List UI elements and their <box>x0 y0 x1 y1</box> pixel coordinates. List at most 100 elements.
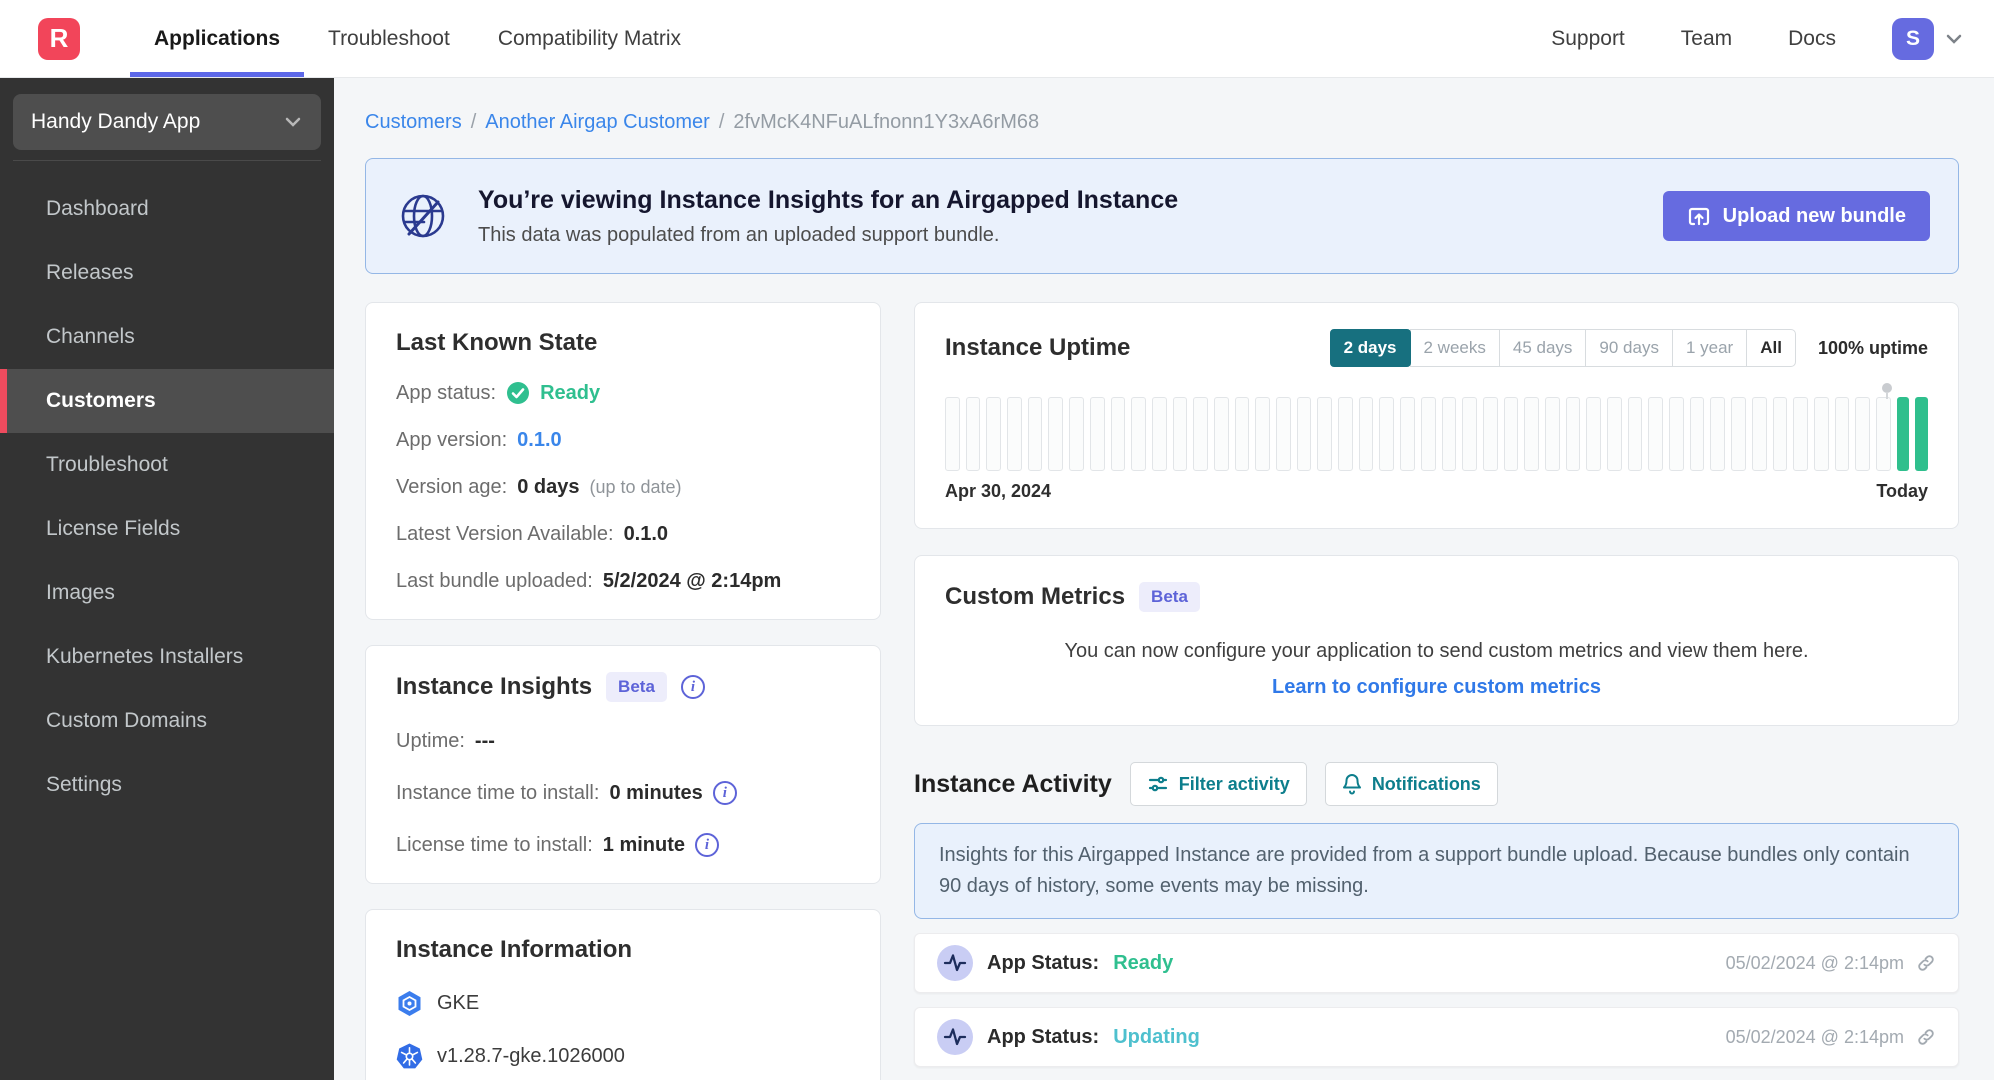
airgap-activity-notice: Insights for this Airgapped Instance are… <box>914 823 1959 919</box>
top-nav-link[interactable]: Support <box>1551 27 1625 51</box>
uptime-bar <box>1813 397 1829 471</box>
time-range-button[interactable]: 90 days <box>1585 329 1673 367</box>
sidebar-item[interactable]: Images <box>0 561 334 625</box>
uptime-bar <box>1317 397 1333 471</box>
event-label: App Status: <box>987 1025 1100 1048</box>
event-status-value: Ready <box>1113 951 1174 974</box>
sidebar-item[interactable]: License Fields <box>0 497 334 561</box>
uptime-bar <box>1048 397 1064 471</box>
instance-information-card: Instance Information GKE v1.28.7-gke.102… <box>365 909 881 1080</box>
sidebar-item[interactable]: Releases <box>0 241 334 305</box>
top-nav-tabs: Applications Troubleshoot Compatibility Ma… <box>130 0 705 77</box>
uptime-bar <box>1462 397 1477 471</box>
uptime-bar <box>1875 397 1891 471</box>
uptime-bar <box>1172 397 1188 471</box>
uptime-bar <box>1276 397 1291 471</box>
top-nav-tab[interactable]: Compatibility Matrix <box>474 0 705 77</box>
info-icon[interactable]: i <box>712 781 737 805</box>
event-label: App Status: <box>987 951 1100 974</box>
last-known-state-card: Last Known State App status: Ready App v… <box>365 302 881 620</box>
top-nav-tab[interactable]: Applications <box>130 0 305 77</box>
replicated-logo-icon[interactable]: R <box>38 17 80 60</box>
user-avatar[interactable]: S <box>1892 17 1934 60</box>
upload-new-bundle-button[interactable]: Upload new bundle <box>1662 191 1930 241</box>
beta-badge: Beta <box>606 672 667 702</box>
top-nav-tab[interactable]: Troubleshoot <box>304 0 474 77</box>
sidebar-item[interactable]: Troubleshoot <box>0 433 334 497</box>
sidebar-item[interactable]: Settings <box>0 753 334 817</box>
top-nav-link[interactable]: Team <box>1681 27 1732 51</box>
chevron-down-icon[interactable] <box>1944 29 1964 49</box>
card-title: Instance Insights <box>396 673 593 700</box>
upload-icon <box>1688 207 1709 226</box>
sidebar-item[interactable]: Kubernetes Installers <box>0 625 334 689</box>
gke-icon <box>398 991 421 1016</box>
sidebar-item[interactable]: Custom Domains <box>0 689 334 753</box>
latest-version-row: Latest Version Available: 0.1.0 <box>396 523 850 546</box>
row-label: Instance time to install: <box>396 781 600 804</box>
filter-activity-button[interactable]: Filter activity <box>1129 762 1307 806</box>
upload-button-label: Upload new bundle <box>1722 204 1906 227</box>
license-install-time-row: License time to install: 1 minute i <box>396 833 850 857</box>
sidebar: Handy Dandy App Dashboard Releases Channel… <box>0 78 334 1080</box>
uptime-bar <box>1503 397 1519 471</box>
instance-activity-header: Instance Activity Filter activity Notifi… <box>914 762 1959 806</box>
top-nav-links: Support Team Docs <box>1551 27 1892 51</box>
breadcrumb-customer-name[interactable]: Another Airgap Customer <box>485 111 710 134</box>
uptime-bar <box>1358 397 1374 471</box>
instance-insights-card: Instance Insights Beta i Uptime: --- Ins… <box>365 645 881 884</box>
time-range-button[interactable]: 2 days <box>1329 329 1411 367</box>
app-status-value: Ready <box>540 381 601 404</box>
activity-events: App Status: Ready 05/02/2024 @ 2:14pm Ap… <box>914 933 1959 1067</box>
top-nav-link[interactable]: Docs <box>1788 27 1836 51</box>
uptime-bar <box>1731 397 1746 471</box>
sidebar-item[interactable]: Dashboard <box>0 177 334 241</box>
uptime-bar <box>1296 397 1312 471</box>
beta-badge: Beta <box>1139 582 1200 612</box>
notifications-button[interactable]: Notifications <box>1324 762 1498 806</box>
last-bundle-value: 5/2/2024 @ 2:14pm <box>602 570 782 592</box>
uptime-summary: 100% uptime <box>1817 337 1928 358</box>
check-circle-icon <box>507 382 530 404</box>
uptime-bar <box>1400 397 1415 471</box>
time-range-button[interactable]: 2 weeks <box>1409 329 1500 367</box>
uptime-bar <box>1338 397 1353 471</box>
version-age-value: 0 days <box>517 476 580 498</box>
uptime-bar <box>1027 397 1043 471</box>
pulse-icon <box>937 1019 973 1055</box>
card-title: Last Known State <box>396 329 598 356</box>
distribution-row: GKE <box>396 990 850 1017</box>
latest-version-value: 0.1.0 <box>623 523 669 545</box>
uptime-bar <box>1110 397 1126 471</box>
time-range-button[interactable]: 45 days <box>1498 329 1587 367</box>
uptime-bar <box>1586 397 1601 471</box>
chevron-down-icon <box>285 117 301 127</box>
sidebar-item[interactable]: Customers <box>0 369 334 433</box>
page: R Applications Troubleshoot Compatibility … <box>0 0 1994 1080</box>
time-range-button[interactable]: 1 year <box>1671 329 1748 367</box>
uptime-bar <box>1648 397 1664 471</box>
uptime-bar <box>1234 397 1250 471</box>
uptime-marker-stem <box>1885 392 1888 399</box>
instance-install-time-value: 0 minutes <box>609 781 703 804</box>
app-selector-dropdown[interactable]: Handy Dandy App <box>13 94 321 150</box>
custom-metrics-description: You can now configure your application t… <box>1064 640 1809 662</box>
uptime-bar <box>1751 397 1767 471</box>
uptime-bar <box>986 397 1002 471</box>
link-icon[interactable] <box>1916 953 1936 973</box>
sidebar-item[interactable]: Channels <box>0 305 334 369</box>
uptime-bar <box>1089 397 1105 471</box>
distribution-value: GKE <box>437 992 480 1014</box>
configure-custom-metrics-link[interactable]: Learn to configure custom metrics <box>945 676 1928 699</box>
sidebar-items: Dashboard Releases Channels Customers Troubl… <box>0 177 334 817</box>
info-icon[interactable]: i <box>695 833 720 857</box>
app-version-link[interactable]: 0.1.0 <box>517 429 561 452</box>
uptime-bar <box>1482 397 1498 471</box>
time-range-button[interactable]: All <box>1746 329 1796 367</box>
airgap-banner: You’re viewing Instance Insights for an … <box>365 158 1959 274</box>
link-icon[interactable] <box>1916 1027 1936 1047</box>
left-column: Last Known State App status: Ready App v… <box>365 302 881 1080</box>
breadcrumb-customers[interactable]: Customers <box>365 111 462 134</box>
info-icon[interactable]: i <box>680 675 705 699</box>
event-timestamp: 05/02/2024 @ 2:14pm <box>1725 952 1904 973</box>
